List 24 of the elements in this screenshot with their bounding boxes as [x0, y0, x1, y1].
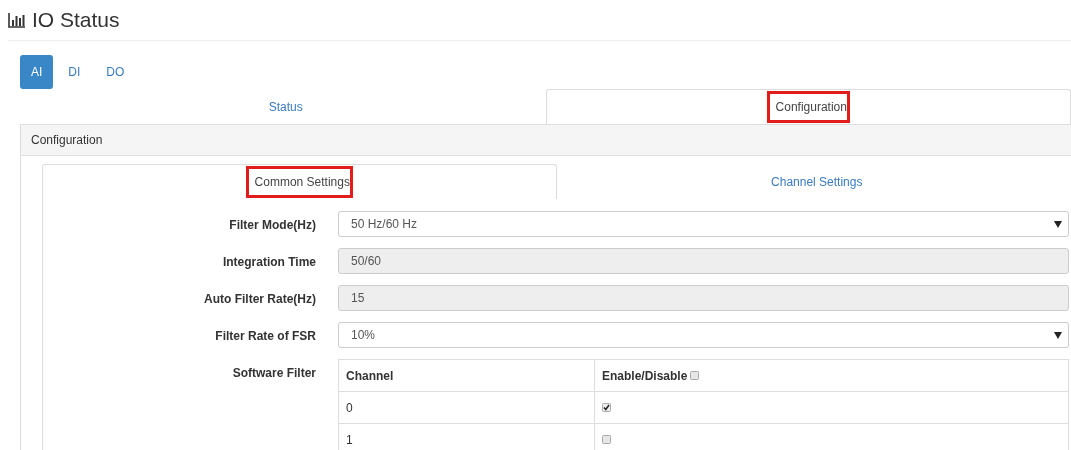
field-label: Filter Rate of FSR	[214, 328, 316, 343]
bar-chart-icon	[8, 12, 26, 28]
column-header: Enable/Disable	[602, 368, 688, 383]
checkbox[interactable]	[690, 371, 700, 380]
io-tab[interactable]: AI	[20, 55, 54, 89]
field-label: Integration Time	[221, 254, 316, 269]
dropdown-arrow-icon	[1054, 331, 1062, 339]
table-cell-text: 0	[345, 399, 354, 417]
checkbox[interactable]	[602, 435, 611, 444]
select-field[interactable]: 10%	[338, 322, 1069, 348]
table-cell-text: 1	[345, 431, 354, 449]
dropdown-arrow-icon	[1054, 220, 1062, 228]
column-header: Channel	[345, 367, 395, 385]
field-label: Filter Mode(Hz)	[228, 217, 316, 232]
io-tab[interactable]: DO	[95, 55, 136, 89]
select-field[interactable]: 50 Hz/60 Hz	[338, 211, 1069, 237]
field-label: Software Filter	[231, 365, 316, 380]
view-tab[interactable]: Configuration	[545, 89, 1071, 124]
panel-header: Configuration	[21, 125, 1071, 156]
field-label: Auto Filter Rate(Hz)	[203, 291, 316, 306]
settings-tab[interactable]: Common Settings	[42, 164, 557, 199]
page-title: IO Status	[32, 8, 120, 32]
io-tab[interactable]: DI	[57, 55, 92, 89]
checkbox[interactable]	[602, 403, 611, 412]
